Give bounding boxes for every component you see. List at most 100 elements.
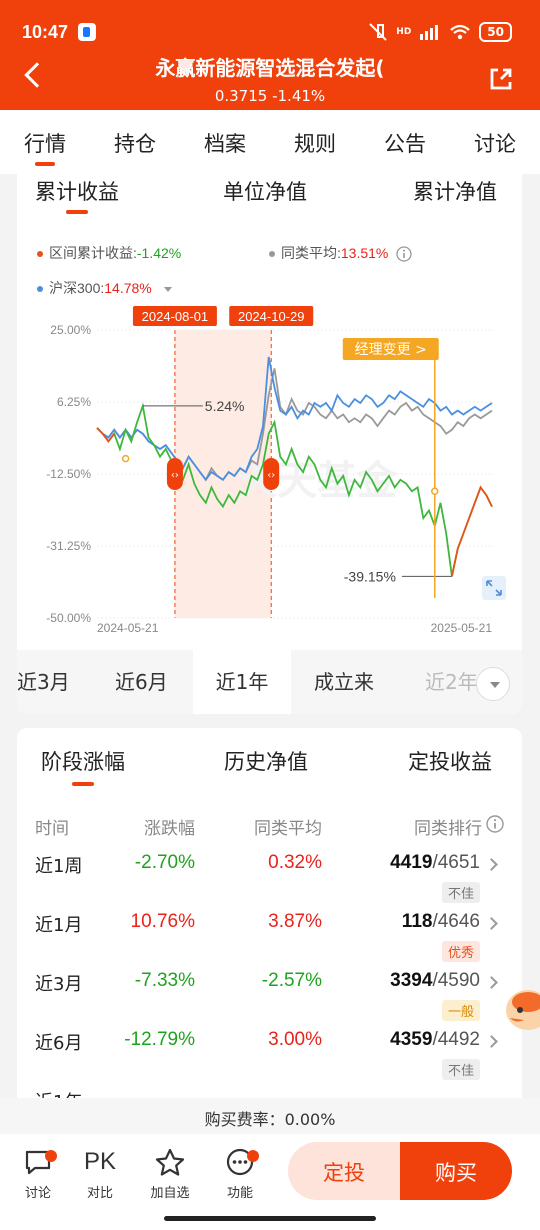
discuss-notification-dot (45, 1150, 57, 1162)
table-row[interactable]: 近1月 10.76% 3.87% 118/4646 优秀 (17, 911, 522, 971)
signal-icon (420, 25, 439, 40)
table-row[interactable]: 近6月 -12.79% 3.00% 4359/4492 不佳 (17, 1029, 522, 1089)
functions-notification-dot (247, 1150, 259, 1162)
row-chevron-icon (485, 858, 498, 871)
page-title: 永赢新能源智选混合发起( (155, 56, 385, 80)
header-period: 时间 (35, 819, 69, 839)
rank-badge: 不佳 (441, 882, 480, 903)
handle-arrows-icon: ‹› (267, 470, 275, 481)
functions-button[interactable]: 功能 (215, 1146, 265, 1201)
auto-invest-button[interactable]: 定投 (288, 1142, 400, 1200)
range-since-inception[interactable]: 成立来 (314, 666, 374, 695)
x-tick-label: 2025-05-21 (431, 621, 493, 634)
row-change: -2.70% (134, 852, 195, 873)
row-chevron-icon (485, 976, 498, 989)
row-chevron-icon (485, 1035, 498, 1048)
wifi-icon (450, 24, 471, 40)
back-icon[interactable] (24, 62, 50, 88)
row-peer-rank: 4359/4492 (390, 1029, 480, 1050)
row-peer-average: 3.00% (268, 1029, 322, 1050)
rank-badge: 优秀 (441, 941, 480, 962)
info-icon[interactable] (396, 246, 412, 262)
main-tabs: 行情 持仓 档案 规则 公告 讨论 (0, 110, 540, 174)
row-peer-average: 3.87% (268, 911, 322, 932)
range-2y[interactable]: 近2年 (425, 666, 478, 695)
y-tick-label: 6.25% (57, 395, 91, 409)
header-peer-rank: 同类排行 (414, 819, 482, 839)
buy-button[interactable]: 购买 (400, 1142, 512, 1200)
tab-rules[interactable]: 规则 (270, 110, 360, 174)
row-period: 近3月 (35, 974, 83, 995)
tab-holdings[interactable]: 持仓 (90, 110, 180, 174)
more-ranges-icon[interactable] (476, 667, 510, 701)
event-marker (121, 454, 130, 463)
mute-icon (369, 23, 387, 41)
nav-summary: 0.3715 -1.41% (0, 87, 540, 105)
perf-tab-period-change[interactable]: 阶段涨幅 (41, 746, 125, 786)
range-selector: 近3月 近6月 近1年 成立来 近2年 (17, 650, 522, 714)
perf-tab-auto-invest-return[interactable]: 定投收益 (408, 746, 492, 776)
range-1y[interactable]: 近1年 (193, 650, 291, 714)
bottom-bar: 讨论 PK 对比 加自选 功能 定投 购买 (0, 1134, 540, 1230)
y-tick-label: 25.00% (50, 323, 91, 337)
status-bar: 10:47 HD 50 (0, 20, 540, 48)
purchase-fee: 购买费率：0.00% (0, 1098, 540, 1134)
chart-tab-cumulative-nav[interactable]: 累计净值 (413, 176, 497, 206)
row-change: -12.79% (124, 1029, 195, 1050)
network-hd-label: HD (396, 27, 412, 37)
performance-card: 阶段涨幅 历史净值 定投收益 时间 涨跌幅 同类平均 同类排行 近1周 -2.70… (17, 728, 522, 1108)
row-period: 近6月 (35, 1033, 83, 1054)
rank-badge: 一般 (441, 1000, 480, 1021)
range-6m[interactable]: 近6月 (115, 666, 168, 695)
discuss-button[interactable]: 讨论 (13, 1146, 63, 1201)
row-peer-average: 0.32% (268, 852, 322, 873)
performance-chart[interactable]: 25.00% 6.25% -12.50% -31.25% -50.00% 2024-05-… (17, 304, 522, 634)
table-row[interactable]: 近1周 -2.70% 0.32% 4419/4651 不佳 (17, 852, 522, 912)
chart-tab-unit-nav[interactable]: 单位净值 (223, 176, 307, 206)
row-chevron-icon (485, 917, 498, 930)
header-peer-average: 同类平均 (254, 819, 322, 839)
manager-change-tag[interactable]: 经理变更 > (355, 342, 427, 358)
nav-value: 0.3715 (214, 87, 268, 105)
star-icon (155, 1148, 185, 1176)
row-peer-average: -2.57% (261, 970, 322, 991)
share-icon[interactable] (488, 66, 514, 92)
fund-return-recent-line (451, 485, 493, 577)
event-marker (431, 487, 439, 496)
add-watchlist-button[interactable]: 加自选 (145, 1146, 195, 1201)
home-indicator (164, 1216, 376, 1221)
y-tick-label: -12.50% (46, 467, 91, 481)
expand-icon[interactable] (482, 576, 506, 600)
tab-announcements[interactable]: 公告 (360, 110, 450, 174)
tab-discussion[interactable]: 讨论 (450, 110, 540, 174)
legend-index: 沪深300:14.78% (37, 278, 172, 298)
min-annotation: -39.15% (344, 568, 396, 584)
row-peer-rank: 4419/4651 (390, 852, 480, 873)
chart-tab-cumulative-return[interactable]: 累计收益 (35, 176, 119, 214)
y-tick-label: -31.25% (46, 539, 91, 553)
legend-peer: 同类平均:13.51% (269, 243, 412, 263)
chart-card: 累计收益 单位净值 累计净值 区间累计收益:-1.42% 同类平均:13.51%… (17, 174, 522, 714)
row-peer-rank: 3394/4590 (390, 970, 480, 991)
status-time: 10:47 (22, 22, 69, 42)
header-change: 涨跌幅 (144, 819, 195, 839)
nav-change: -1.41% (272, 87, 326, 105)
legend-index-dot (37, 286, 43, 293)
rank-info-icon[interactable] (486, 815, 504, 833)
max-annotation: 5.24% (205, 398, 245, 414)
perf-tab-history-nav[interactable]: 历史净值 (224, 746, 308, 776)
tab-market[interactable]: 行情 (0, 110, 90, 174)
row-change: -7.33% (134, 970, 195, 991)
legend-dropdown-icon[interactable] (163, 286, 172, 292)
compare-button[interactable]: PK 对比 (75, 1146, 125, 1201)
row-period: 近1周 (35, 856, 83, 877)
highlight-end-date: 2024-10-29 (238, 309, 305, 324)
tab-profile[interactable]: 档案 (180, 110, 270, 174)
row-period: 近1月 (35, 915, 83, 936)
mascot-float-icon[interactable] (502, 980, 540, 1038)
app-notification-icon (78, 23, 96, 41)
handle-arrows-icon: ‹› (171, 470, 179, 481)
range-3m[interactable]: 近3月 (17, 666, 70, 695)
table-row[interactable]: 近3月 -7.33% -2.57% 3394/4590 一般 (17, 970, 522, 1030)
legend-fund-dot (37, 251, 43, 258)
